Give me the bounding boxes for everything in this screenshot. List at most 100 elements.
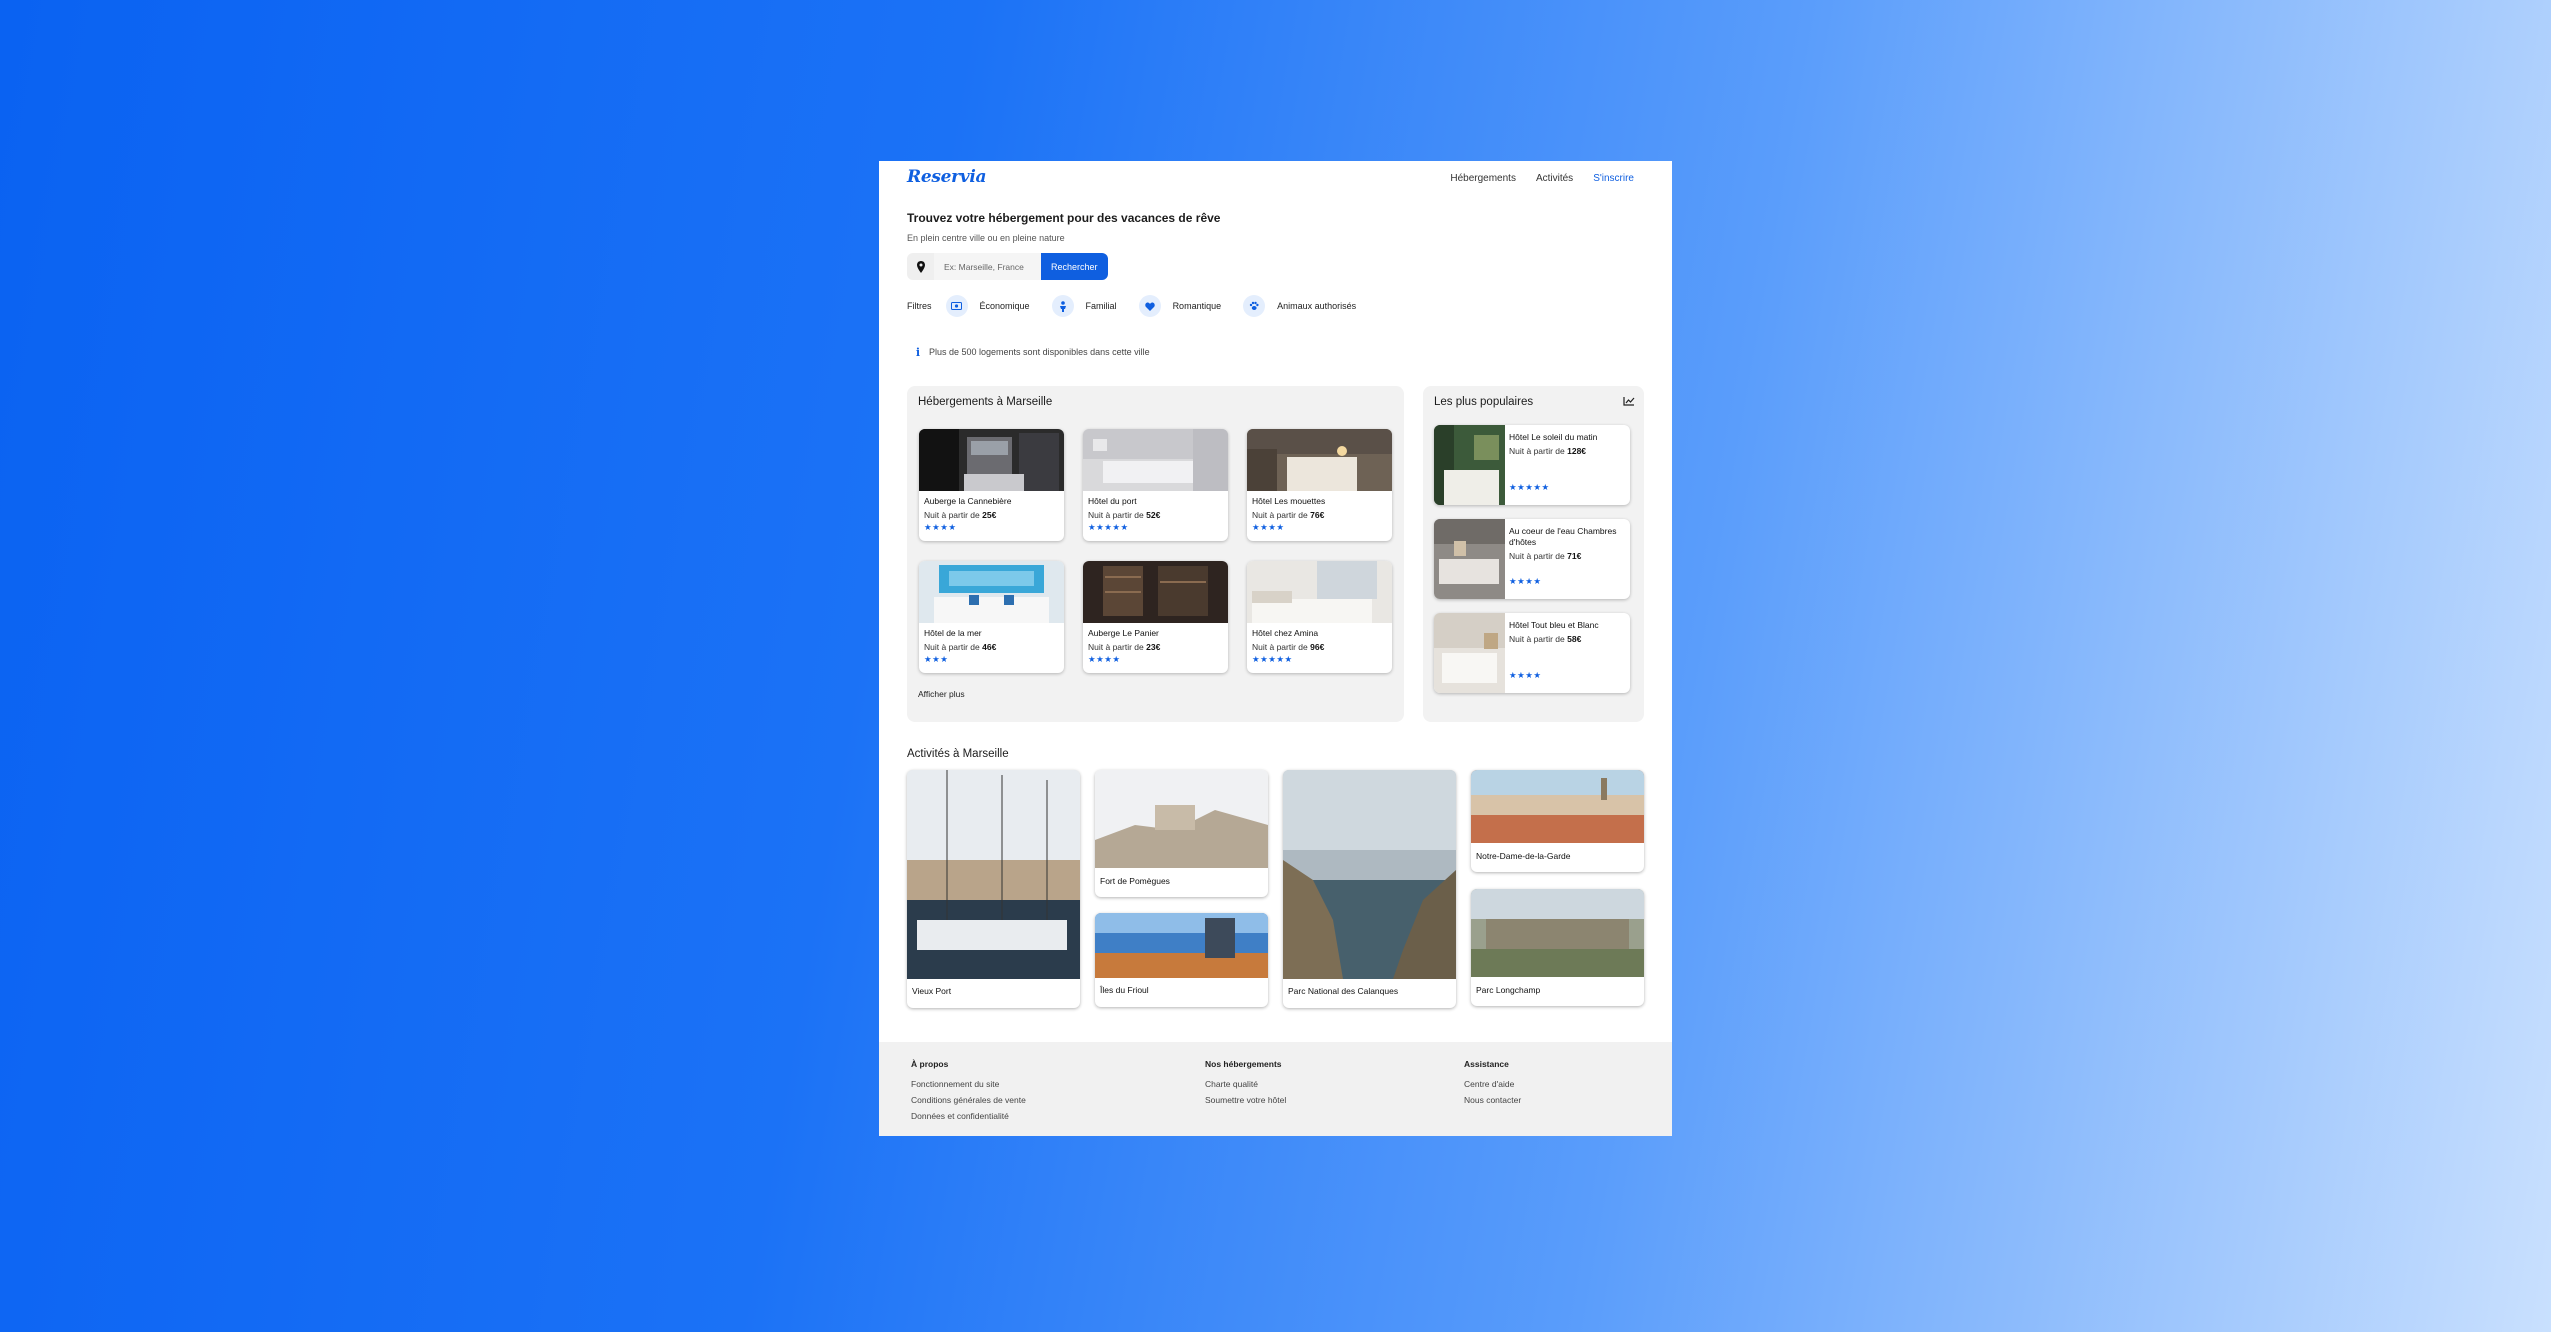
activity-name: Notre-Dame-de-la-Garde bbox=[1476, 851, 1571, 861]
activity-photo bbox=[1471, 889, 1644, 977]
logo[interactable]: Reservia bbox=[907, 167, 987, 187]
activity-name: Vieux Port bbox=[912, 986, 952, 996]
footer-heading: Nos hébergements bbox=[1205, 1059, 1282, 1069]
reservia-page: Reservia Hébergements Activités S'inscri… bbox=[879, 161, 1672, 1136]
star-rating: ★★★★ bbox=[1509, 576, 1542, 586]
hotel-name: Hôtel chez Amina bbox=[1252, 628, 1319, 638]
hotel-price: Nuit à partir de 23€ bbox=[1088, 642, 1161, 652]
page-subtitle: En plein centre ville ou en pleine natur… bbox=[907, 233, 1065, 243]
main-nav: Hébergements Activités S'inscrire bbox=[1450, 173, 1634, 184]
header: Reservia Hébergements Activités S'inscri… bbox=[879, 161, 1672, 203]
footer-link[interactable]: Nous contacter bbox=[1464, 1095, 1521, 1105]
nav-link-activites[interactable]: Activités bbox=[1536, 173, 1573, 184]
star-rating: ★★★★★ bbox=[1088, 522, 1129, 532]
hotel-photo bbox=[1434, 425, 1505, 505]
nav-link-hebergements[interactable]: Hébergements bbox=[1450, 173, 1516, 184]
footer-link[interactable]: Charte qualité bbox=[1205, 1079, 1286, 1089]
footer-link[interactable]: Données et confidentialité bbox=[911, 1111, 1026, 1121]
star-rating: ★★★★★ bbox=[1252, 654, 1293, 664]
footer-column-apropos: À propos Fonctionnement du site Conditio… bbox=[911, 1059, 1026, 1127]
popular-section: Les plus populaires Hôtel Le soleil du m… bbox=[1423, 386, 1644, 722]
search-bar: Rechercher bbox=[907, 253, 1108, 280]
heart-icon bbox=[1138, 295, 1161, 317]
filters-label: Filtres bbox=[907, 301, 932, 311]
hotel-card[interactable]: Hôtel Les mouettes Nuit à partir de 76€ … bbox=[1247, 429, 1392, 541]
hotel-card[interactable]: Auberge la Cannebière Nuit à partir de 2… bbox=[919, 429, 1064, 541]
star-rating: ★★★ bbox=[924, 654, 949, 664]
hotel-card[interactable]: Hôtel du port Nuit à partir de 52€ ★★★★★ bbox=[1083, 429, 1228, 541]
filter-animaux[interactable]: Animaux authorisés bbox=[1243, 295, 1356, 317]
star-rating: ★★★★★ bbox=[1509, 482, 1550, 492]
footer-link[interactable]: Conditions générales de vente bbox=[911, 1095, 1026, 1105]
hotel-photo bbox=[1434, 519, 1505, 599]
hotel-name: Au coeur de l'eau Chambres d'hôtes bbox=[1509, 526, 1617, 547]
activity-photo bbox=[1095, 913, 1268, 978]
info-icon: i bbox=[915, 345, 921, 359]
hotel-price: Nuit à partir de 52€ bbox=[1088, 510, 1161, 520]
hotel-price: Nuit à partir de 58€ bbox=[1509, 634, 1582, 644]
hotel-name: Auberge la Cannebière bbox=[924, 496, 1012, 506]
filter-familial[interactable]: Familial bbox=[1051, 295, 1117, 317]
filter-economique[interactable]: Économique bbox=[945, 295, 1030, 317]
trending-chart-icon[interactable] bbox=[1623, 396, 1635, 406]
footer-link[interactable]: Soumettre votre hôtel bbox=[1205, 1095, 1286, 1105]
hotel-price: Nuit à partir de 46€ bbox=[924, 642, 997, 652]
activity-name: Parc National des Calanques bbox=[1288, 986, 1399, 996]
filter-label: Économique bbox=[979, 301, 1030, 311]
hotel-name: Hôtel Le soleil du matin bbox=[1509, 432, 1598, 442]
filter-romantique[interactable]: Romantique bbox=[1138, 295, 1221, 317]
popular-hotel-card[interactable]: Hôtel Le soleil du matin Nuit à partir d… bbox=[1434, 425, 1630, 505]
hotel-price: Nuit à partir de 96€ bbox=[1252, 642, 1325, 652]
hotel-photo bbox=[919, 561, 1064, 623]
footer-link[interactable]: Fonctionnement du site bbox=[911, 1079, 1026, 1089]
hotel-price: Nuit à partir de 76€ bbox=[1252, 510, 1325, 520]
filter-label: Familial bbox=[1085, 301, 1117, 311]
popular-hotel-card[interactable]: Hôtel Tout bleu et Blanc Nuit à partir d… bbox=[1434, 613, 1630, 693]
footer-column-assistance: Assistance Centre d'aide Nous contacter bbox=[1464, 1059, 1521, 1111]
hotel-card[interactable]: Auberge Le Panier Nuit à partir de 23€ ★… bbox=[1083, 561, 1228, 673]
star-rating: ★★★★ bbox=[1088, 654, 1121, 664]
footer-column-hebergements: Nos hébergements Charte qualité Soumettr… bbox=[1205, 1059, 1286, 1111]
hotel-photo bbox=[1247, 429, 1392, 491]
footer-link[interactable]: Centre d'aide bbox=[1464, 1079, 1521, 1089]
star-rating: ★★★★ bbox=[1509, 670, 1542, 680]
activity-photo bbox=[907, 770, 1080, 979]
footer-heading: Assistance bbox=[1464, 1059, 1509, 1069]
activity-card[interactable]: Parc Longchamp bbox=[1471, 889, 1644, 1006]
hotel-card[interactable]: Hôtel chez Amina Nuit à partir de 96€ ★★… bbox=[1247, 561, 1392, 673]
activity-photo bbox=[1095, 770, 1268, 868]
search-input[interactable] bbox=[934, 253, 1041, 280]
hotel-name: Hôtel du port bbox=[1088, 496, 1137, 506]
money-icon bbox=[945, 295, 968, 317]
hotel-price: Nuit à partir de 25€ bbox=[924, 510, 997, 520]
activity-name: Parc Longchamp bbox=[1476, 985, 1541, 995]
activity-card[interactable]: Îles du Frioul bbox=[1095, 913, 1268, 1007]
hotel-photo bbox=[1083, 561, 1228, 623]
map-pin-icon bbox=[907, 253, 934, 280]
section-title: Hébergements à Marseille bbox=[918, 396, 1053, 408]
info-banner: i Plus de 500 logements sont disponibles… bbox=[907, 341, 1647, 363]
search-button[interactable]: Rechercher bbox=[1041, 253, 1108, 280]
family-icon bbox=[1051, 295, 1074, 317]
hotel-photo bbox=[1434, 613, 1505, 693]
filter-label: Animaux authorisés bbox=[1277, 301, 1357, 311]
activity-card[interactable]: Vieux Port bbox=[907, 770, 1080, 1008]
activity-card[interactable]: Fort de Pomègues bbox=[1095, 770, 1268, 897]
footer-heading: À propos bbox=[911, 1059, 949, 1069]
activity-card[interactable]: Parc National des Calanques bbox=[1283, 770, 1456, 1008]
hotel-name: Hôtel Les mouettes bbox=[1252, 496, 1326, 506]
activity-photo bbox=[1471, 770, 1644, 843]
hotel-card[interactable]: Hôtel de la mer Nuit à partir de 46€ ★★★ bbox=[919, 561, 1064, 673]
activity-card[interactable]: Notre-Dame-de-la-Garde bbox=[1471, 770, 1644, 872]
footer: À propos Fonctionnement du site Conditio… bbox=[879, 1042, 1672, 1136]
paw-icon bbox=[1243, 295, 1266, 317]
hotel-photo bbox=[1247, 561, 1392, 623]
filters-bar: Filtres Économique Familial Romantique A… bbox=[907, 295, 1378, 317]
activity-name: Îles du Frioul bbox=[1100, 985, 1149, 995]
hotel-photo bbox=[919, 429, 1064, 491]
hotel-name: Hôtel Tout bleu et Blanc bbox=[1509, 620, 1599, 630]
popular-hotel-card[interactable]: Au coeur de l'eau Chambres d'hôtes Nuit … bbox=[1434, 519, 1630, 599]
hotels-section: Hébergements à Marseille Auberge la Cann… bbox=[907, 386, 1404, 722]
show-more-link[interactable]: Afficher plus bbox=[918, 689, 965, 699]
signup-link[interactable]: S'inscrire bbox=[1593, 173, 1634, 184]
